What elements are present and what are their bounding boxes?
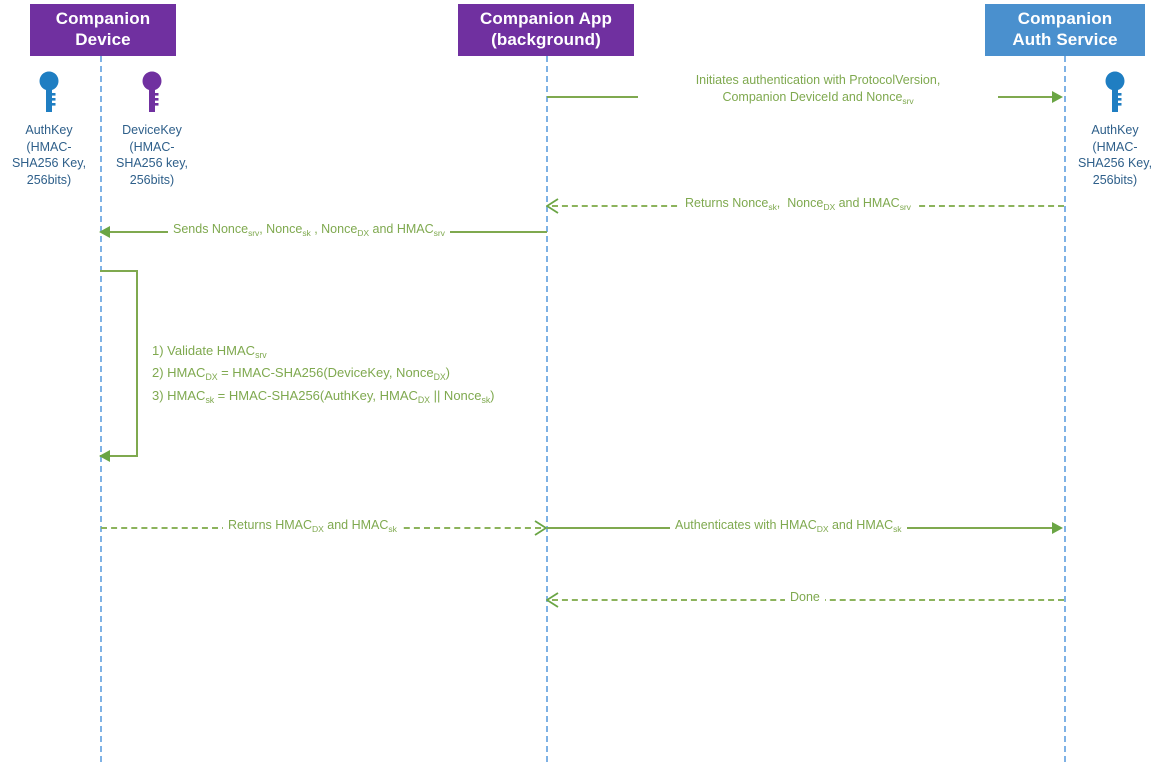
- device-processing-steps: 1) Validate HMACsrv 2) HMACDX = HMAC-SHA…: [152, 340, 494, 407]
- arrow-open-left-icon: [545, 198, 559, 214]
- arrow-head-right-icon: [1052, 522, 1063, 534]
- key-icon: [37, 70, 61, 114]
- arrow-head-right-icon: [1052, 91, 1063, 103]
- key-caption-service-authkey: AuthKey (HMAC- SHA256 Key, 256bits): [1077, 123, 1153, 187]
- processing-step-1: 1) Validate HMACsrv: [152, 343, 267, 360]
- key-caption-device-authkey: AuthKey (HMAC- SHA256 Key, 256bits): [11, 123, 87, 187]
- message-initiate-line1: Initiates authentication with ProtocolVe…: [695, 73, 941, 87]
- self-call-loop-device: [100, 270, 138, 457]
- arrow-open-right-icon: [534, 520, 548, 536]
- message-initiate-line2: Companion DeviceId and Noncesrv: [722, 89, 914, 106]
- key-icon: [1103, 70, 1127, 114]
- processing-step-2: 2) HMACDX = HMAC-SHA256(DeviceKey, Nonce…: [152, 365, 451, 383]
- message-label-returns-hmacs: Returns HMACDX and HMACsk: [223, 517, 402, 534]
- actor-header-companion-auth-service[interactable]: Companion Auth Service: [985, 4, 1145, 56]
- key-caption-device-devicekey: DeviceKey (HMAC- SHA256 key, 256bits): [115, 123, 189, 187]
- message-label-sends-nonces: Sends Noncesrv, Noncesk , NonceDX and HM…: [168, 221, 450, 238]
- actor-label-companion-device: Companion Device: [55, 9, 151, 49]
- actor-label-companion-auth-service: Companion Auth Service: [1012, 9, 1118, 49]
- key-icon: [140, 70, 164, 114]
- actor-header-companion-device[interactable]: Companion Device: [30, 4, 176, 56]
- actor-header-companion-app[interactable]: Companion App (background): [458, 4, 634, 56]
- message-label-initiate: Initiates authentication with ProtocolVe…: [638, 72, 998, 106]
- message-label-done: Done: [785, 589, 825, 606]
- message-label-returns-nonces: Returns Noncesk, NonceDX and HMACsrv: [680, 195, 916, 212]
- lifeline-companion-app: [546, 56, 548, 762]
- message-label-authenticates: Authenticates with HMACDX and HMACsk: [670, 517, 907, 534]
- arrow-head-left-icon: [99, 450, 110, 462]
- arrow-open-left-icon: [545, 592, 559, 608]
- lifeline-companion-auth-service: [1064, 56, 1066, 762]
- arrow-head-left-icon: [99, 226, 110, 238]
- actor-label-companion-app: Companion App (background): [480, 9, 612, 49]
- sequence-diagram-canvas: Companion Device Companion App (backgrou…: [0, 0, 1172, 768]
- processing-step-3: 3) HMACsk = HMAC-SHA256(AuthKey, HMACDX …: [152, 387, 495, 405]
